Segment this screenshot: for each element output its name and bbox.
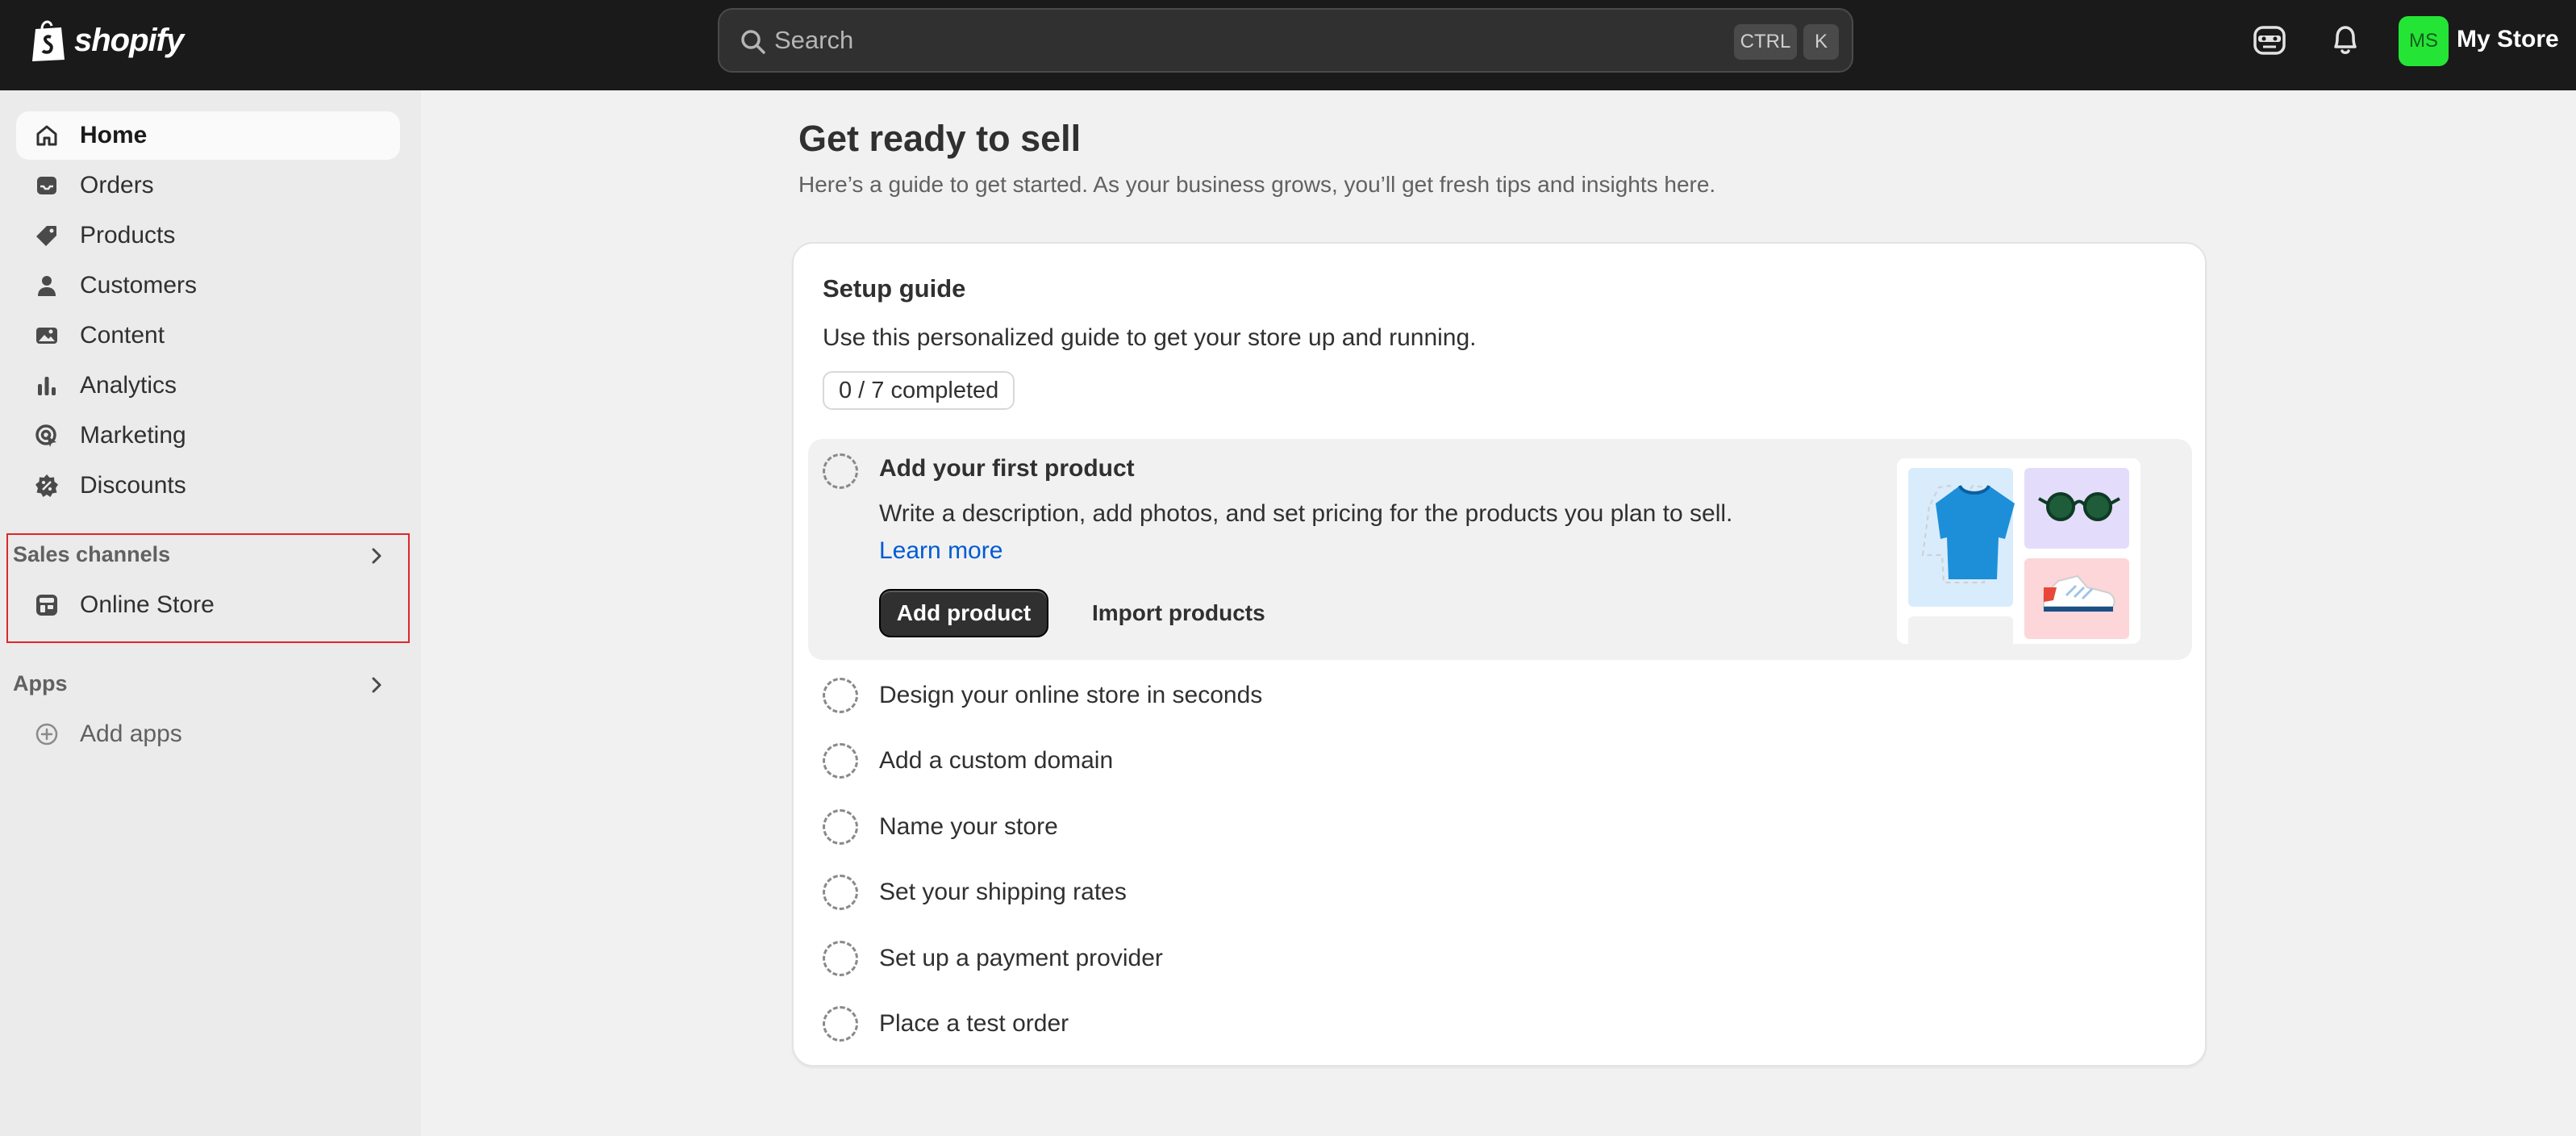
search-icon xyxy=(741,30,765,54)
page-title: Get ready to sell xyxy=(798,118,1082,159)
task-title: Add a custom domain xyxy=(879,747,1114,774)
add-product-button[interactable]: Add product xyxy=(879,589,1048,637)
page-subtitle: Here’s a guide to get started. As your b… xyxy=(798,172,1716,197)
chevron-right-icon xyxy=(372,677,381,693)
task-title: Place a test order xyxy=(879,1010,1069,1037)
bar-chart-icon xyxy=(38,377,56,395)
sidebar-item-products[interactable]: Products xyxy=(16,211,400,260)
shopify-bag-icon xyxy=(32,20,65,61)
sidebar-item-label: Customers xyxy=(80,272,198,299)
setup-guide-description: Use this personalized guide to get your … xyxy=(823,324,1477,351)
task-title: Add your first product xyxy=(879,455,1135,482)
task-add-first-product[interactable]: Add your first product Write a descripti… xyxy=(808,439,2192,660)
task-title: Name your store xyxy=(879,813,1058,840)
search-placeholder: Search xyxy=(774,26,854,54)
sidebar-item-label: Content xyxy=(80,322,165,349)
sidebar-item-add-apps[interactable]: Add apps xyxy=(16,710,400,758)
sidebar-item-marketing[interactable]: Marketing xyxy=(16,411,400,460)
task-checkbox[interactable] xyxy=(823,678,858,713)
apps-header[interactable]: Apps xyxy=(13,666,403,702)
task-custom-domain[interactable]: Add a custom domain xyxy=(823,738,2113,783)
task-title: Set up a payment provider xyxy=(879,945,1163,971)
shortcut-k-key: K xyxy=(1803,24,1839,60)
task-title: Design your online store in seconds xyxy=(879,682,1263,708)
tag-icon xyxy=(36,226,56,246)
sidebar-item-label: Add apps xyxy=(80,720,182,747)
task-test-order[interactable]: Place a test order xyxy=(823,1001,2113,1046)
search-input[interactable]: Search CTRL K xyxy=(718,8,1853,73)
image-icon xyxy=(36,328,57,344)
avatar[interactable]: MS xyxy=(2399,16,2449,66)
task-name-store[interactable]: Name your store xyxy=(823,804,2113,850)
section-label: Apps xyxy=(13,671,68,695)
sidebar-item-label: Orders xyxy=(80,172,154,198)
task-checkbox[interactable] xyxy=(823,743,858,779)
target-icon xyxy=(35,424,56,447)
discount-icon xyxy=(35,474,58,497)
person-icon xyxy=(38,276,56,296)
sidebar-item-label: Discounts xyxy=(80,472,186,499)
task-checkbox[interactable] xyxy=(823,1006,858,1042)
task-title: Set your shipping rates xyxy=(879,879,1127,905)
command-icon[interactable] xyxy=(2250,21,2289,60)
sales-channels-highlight xyxy=(6,533,410,643)
setup-guide-title: Setup guide xyxy=(823,274,966,303)
task-shipping-rates[interactable]: Set your shipping rates xyxy=(823,870,2113,915)
task-payment-provider[interactable]: Set up a payment provider xyxy=(823,936,2113,981)
task-checkbox[interactable] xyxy=(823,941,858,976)
task-checkbox[interactable] xyxy=(823,453,858,489)
task-design-store[interactable]: Design your online store in seconds xyxy=(823,673,2113,718)
sidebar-item-analytics[interactable]: Analytics xyxy=(16,361,400,410)
shortcut-ctrl-key: CTRL xyxy=(1734,24,1797,60)
sidebar-item-label: Home xyxy=(80,122,148,148)
task-checkbox[interactable] xyxy=(823,875,858,910)
brand-name: shopify xyxy=(74,22,184,58)
learn-more-link[interactable]: Learn more xyxy=(879,537,1002,564)
sidebar-item-orders[interactable]: Orders xyxy=(16,161,400,210)
import-products-button[interactable]: Import products xyxy=(1074,589,1283,637)
task-description-text: Write a description, add photos, and set… xyxy=(879,500,1733,527)
inbox-icon xyxy=(37,177,56,194)
progress-badge: 0 / 7 completed xyxy=(823,371,1015,410)
bell-icon[interactable] xyxy=(2326,21,2365,60)
sidebar-item-content[interactable]: Content xyxy=(16,311,400,360)
sidebar-item-label: Marketing xyxy=(80,422,186,449)
sidebar-item-customers[interactable]: Customers xyxy=(16,261,400,310)
store-name[interactable]: My Store xyxy=(2457,26,2559,53)
plus-circle-icon xyxy=(35,723,58,746)
task-checkbox[interactable] xyxy=(823,809,858,845)
setup-guide-card: Setup guide Use this personalized guide … xyxy=(792,242,2207,1067)
sidebar-item-discounts[interactable]: Discounts xyxy=(16,461,400,510)
top-bar: shopify Search CTRL K MS My Store xyxy=(0,0,2576,90)
shopify-logo[interactable]: shopify xyxy=(29,18,184,63)
sidebar-item-label: Products xyxy=(80,222,176,248)
sidebar-item-home[interactable]: Home xyxy=(16,111,400,160)
sidebar-item-label: Analytics xyxy=(80,372,177,399)
task-description: Write a description, add photos, and set… xyxy=(879,495,1734,570)
home-icon xyxy=(36,125,57,146)
products-illustration xyxy=(1897,458,2140,644)
